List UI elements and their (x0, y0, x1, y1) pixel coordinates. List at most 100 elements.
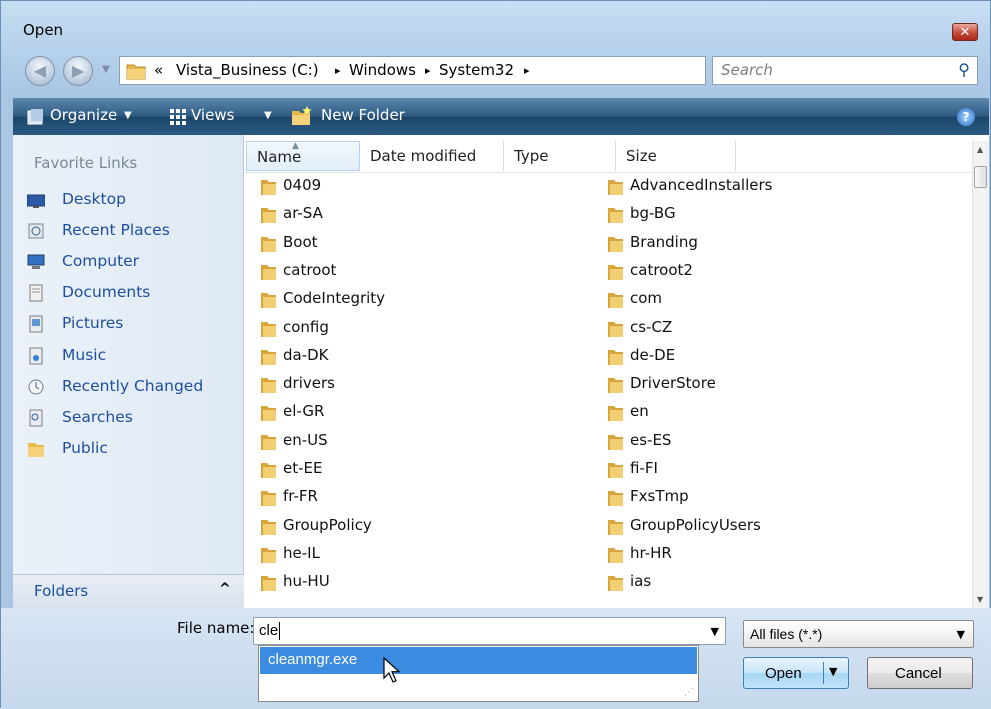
folder-name: Branding (630, 232, 698, 251)
address-bar[interactable]: « Vista_Business (C:) ▸ Windows ▸ System… (119, 56, 801, 85)
breadcrumb-drive[interactable]: Vista_Business (C:) (176, 61, 319, 79)
views-button[interactable]: Views (191, 106, 234, 124)
organize-dropdown-icon[interactable]: ▼ (124, 110, 132, 121)
folder-icon (608, 321, 623, 337)
desktop-icon (27, 194, 45, 208)
folder-name: 0409 (283, 176, 322, 194)
folder-name: en-US (283, 430, 328, 449)
chevron-up-icon[interactable]: ^ (219, 581, 231, 597)
open-button-label: Open (765, 665, 802, 682)
cancel-button[interactable]: Cancel (867, 657, 973, 689)
nav-item-recent-places[interactable]: Recent Places (27, 219, 237, 245)
column-header-date-modified[interactable]: Date modified (360, 141, 504, 171)
folder-icon (261, 406, 276, 422)
breadcrumb-system32[interactable]: System32 (439, 61, 514, 79)
folders-toggle[interactable]: Folders ^ (13, 574, 244, 608)
folders-label: Folders (34, 582, 89, 600)
public-folder-icon (28, 442, 44, 457)
search-input[interactable]: Search ⚲ (712, 56, 978, 85)
resize-grip-icon[interactable]: ⋰ (684, 687, 694, 698)
nav-item-label: Public (62, 438, 108, 457)
documents-icon (29, 284, 43, 302)
mouse-pointer-icon (383, 657, 401, 683)
file-name-value: cle (259, 622, 279, 639)
folder-name: catroot2 (630, 260, 693, 279)
organize-button[interactable]: Organize (50, 106, 117, 124)
folder-icon (608, 349, 623, 365)
window-title: Open (23, 21, 64, 39)
breadcrumb-separator[interactable]: ▸ (524, 64, 530, 77)
folder-name: com (630, 289, 663, 308)
folder-icon (126, 64, 146, 80)
new-folder-button[interactable]: New Folder (321, 106, 405, 124)
folder-icon (261, 321, 276, 337)
folder-name: el-GR (283, 402, 325, 421)
breadcrumb-separator[interactable]: ▸ (425, 64, 431, 77)
folder-name: Boot (283, 232, 318, 251)
nav-item-recently-changed[interactable]: Recently Changed (27, 375, 237, 401)
open-options-dropdown[interactable]: ▼ (829, 665, 837, 678)
nav-item-label: Pictures (62, 314, 124, 333)
folder-name: es-ES (630, 430, 672, 449)
vertical-scrollbar[interactable]: ▲ ▼ (972, 141, 989, 608)
nav-item-pictures[interactable]: Pictures (27, 312, 237, 338)
back-button[interactable]: ◀ (25, 56, 55, 86)
file-type-select[interactable]: All files (*.*) ▼ (743, 620, 974, 648)
nav-item-label: Desktop (62, 190, 126, 208)
search-placeholder: Search (721, 61, 773, 79)
nav-item-label: Recently Changed (62, 376, 204, 395)
nav-item-searches[interactable]: Searches (27, 406, 237, 432)
column-header-type[interactable]: Type (504, 141, 616, 171)
forward-button[interactable]: ▶ (63, 56, 93, 86)
folder-icon (261, 208, 276, 224)
autocomplete-list: cleanmgr.exe ⋰ (258, 645, 699, 702)
nav-item-documents[interactable]: Documents (27, 281, 237, 307)
search-icon[interactable]: ⚲ (958, 60, 970, 79)
folder-name: CodeIntegrity (283, 289, 386, 308)
folder-name: FxsTmp (630, 487, 689, 506)
help-button[interactable]: ? (957, 108, 975, 126)
history-dropdown[interactable]: ▼ (102, 64, 110, 75)
favorite-links-header: Favorite Links (34, 154, 138, 172)
folder-icon (608, 208, 623, 224)
scroll-thumb[interactable] (974, 166, 987, 188)
folder-name: da-DK (283, 345, 329, 364)
nav-item-label: Music (62, 345, 107, 364)
folder-name: catroot (283, 260, 337, 279)
folder-icon (261, 491, 276, 507)
scroll-down-arrow[interactable]: ▼ (977, 595, 983, 604)
nav-item-computer[interactable]: Computer (27, 250, 237, 276)
file-name-dropdown[interactable]: ▼ (711, 625, 719, 638)
close-button[interactable]: ✕ (952, 23, 978, 41)
file-type-dropdown-icon[interactable]: ▼ (957, 628, 965, 641)
folder-icon (608, 293, 623, 309)
computer-icon (27, 254, 45, 270)
folder-icon (608, 547, 623, 563)
column-header-name[interactable]: ▲ Name (246, 141, 360, 171)
column-header-size[interactable]: Size (616, 141, 736, 171)
folder-name: et-EE (283, 459, 323, 477)
nav-item-music[interactable]: Music (27, 344, 237, 370)
folder-icon (261, 264, 276, 280)
recently-changed-icon (28, 379, 44, 395)
breadcrumb-windows[interactable]: Windows (349, 61, 416, 79)
folder-icon (261, 519, 276, 535)
breadcrumb-separator[interactable]: ▸ (335, 64, 341, 77)
address-overflow-marker[interactable]: « (154, 61, 163, 79)
views-icon (170, 109, 186, 125)
file-name-label: File name: (177, 619, 255, 637)
nav-item-public[interactable]: Public (27, 437, 237, 463)
nav-item-label: Documents (62, 283, 151, 302)
folder-name: DriverStore (630, 374, 716, 393)
autocomplete-item[interactable]: cleanmgr.exe (260, 647, 697, 674)
nav-item-label: Recent Places (62, 221, 170, 240)
scroll-up-arrow[interactable]: ▲ (977, 145, 983, 154)
views-dropdown-icon[interactable]: ▼ (264, 110, 272, 121)
folder-icon (261, 576, 276, 592)
open-button[interactable]: Open ▼ (743, 657, 849, 689)
file-name-input[interactable]: cle ▼ (253, 617, 726, 645)
music-icon (29, 347, 43, 364)
folder-name: config (283, 317, 329, 336)
sort-ascending-icon: ▲ (292, 141, 299, 151)
nav-item-desktop[interactable]: Desktop (27, 188, 237, 214)
